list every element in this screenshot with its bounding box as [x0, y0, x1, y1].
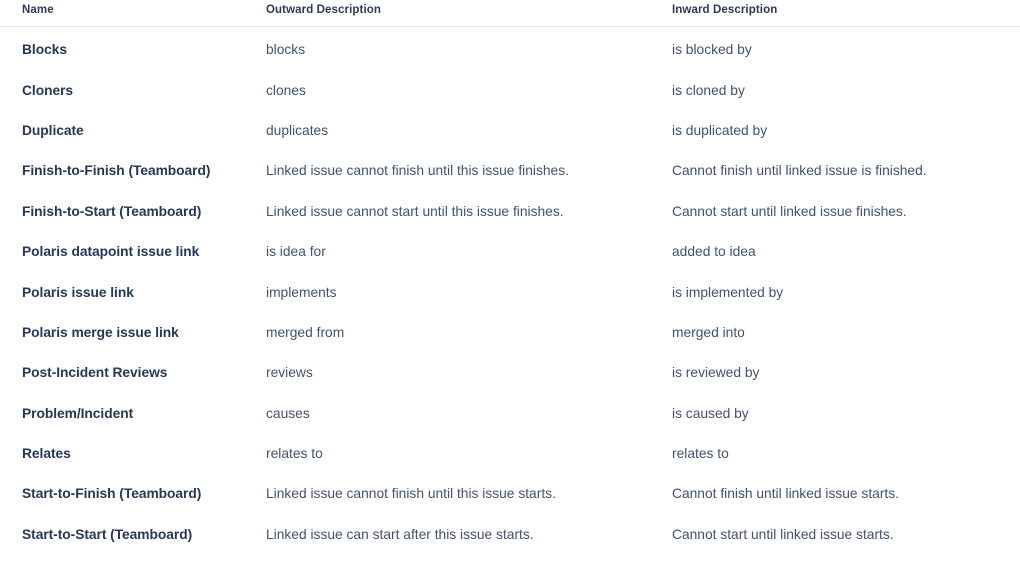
- cell-inward-description: is duplicated by: [672, 122, 768, 138]
- table-row: Relates relates to relates to: [0, 433, 1020, 473]
- cell-inward-description: is reviewed by: [672, 365, 760, 381]
- table-body: Blocks blocks is blocked by Cloners clon…: [0, 26, 1020, 555]
- cell-outward-description: implements: [266, 284, 337, 300]
- cell-link-name: Relates: [22, 446, 71, 462]
- cell-inward-description: is caused by: [672, 405, 749, 421]
- cell-inward-description: merged into: [672, 324, 745, 340]
- table-row: Finish-to-Start (Teamboard) Linked issue…: [0, 191, 1020, 231]
- table-row: Start-to-Start (Teamboard) Linked issue …: [0, 514, 1020, 554]
- cell-link-name: Blocks: [22, 42, 67, 58]
- cell-link-name: Cloners: [22, 82, 74, 98]
- cell-inward-description: is cloned by: [672, 82, 745, 98]
- cell-link-name: Problem/Incident: [22, 405, 134, 421]
- cell-link-name: Polaris issue link: [22, 284, 134, 300]
- cell-outward-description: blocks: [266, 42, 306, 58]
- cell-link-name: Start-to-Start (Teamboard): [22, 526, 193, 542]
- cell-link-name: Post-Incident Reviews: [22, 365, 168, 381]
- cell-link-name: Duplicate: [22, 122, 84, 138]
- cell-outward-description: Linked issue can start after this issue …: [266, 526, 534, 542]
- cell-link-name: Finish-to-Start (Teamboard): [22, 203, 202, 219]
- table-header: Name Outward Description Inward Descript…: [0, 0, 1020, 27]
- table-header-row: Name Outward Description Inward Descript…: [0, 0, 1020, 27]
- cell-inward-description: relates to: [672, 446, 729, 462]
- cell-outward-description: merged from: [266, 324, 345, 340]
- cell-outward-description: relates to: [266, 446, 323, 462]
- cell-outward-description: Linked issue cannot finish until this is…: [266, 486, 556, 502]
- table-row: Post-Incident Reviews reviews is reviewe…: [0, 353, 1020, 393]
- cell-inward-description: Cannot start until linked issue starts.: [672, 526, 894, 542]
- cell-inward-description: added to idea: [672, 244, 756, 260]
- cell-inward-description: is blocked by: [672, 42, 752, 58]
- cell-link-name: Polaris merge issue link: [22, 324, 179, 340]
- table-row: Start-to-Finish (Teamboard) Linked issue…: [0, 474, 1020, 514]
- cell-outward-description: clones: [266, 82, 306, 98]
- cell-outward-description: causes: [266, 405, 310, 421]
- cell-outward-description: is idea for: [266, 244, 326, 260]
- column-header-inward-description: Inward Description: [671, 0, 1020, 27]
- table-row: Finish-to-Finish (Teamboard) Linked issu…: [0, 151, 1020, 191]
- cell-outward-description: duplicates: [266, 122, 329, 138]
- cell-outward-description: reviews: [266, 365, 313, 381]
- cell-link-name: Polaris datapoint issue link: [22, 244, 200, 260]
- issue-link-types-table: Name Outward Description Inward Descript…: [0, 0, 1020, 555]
- table-row: Problem/Incident causes is caused by: [0, 393, 1020, 433]
- cell-link-name: Finish-to-Finish (Teamboard): [22, 163, 211, 179]
- cell-link-name: Start-to-Finish (Teamboard): [22, 486, 202, 502]
- cell-inward-description: is implemented by: [672, 284, 784, 300]
- table-row: Cloners clones is cloned by: [0, 70, 1020, 110]
- cell-inward-description: Cannot finish until linked issue starts.: [672, 486, 899, 502]
- column-header-outward-description: Outward Description: [263, 0, 671, 27]
- table-row: Duplicate duplicates is duplicated by: [0, 110, 1020, 150]
- cell-inward-description: Cannot start until linked issue finishes…: [672, 203, 907, 219]
- cell-inward-description: Cannot finish until linked issue is fini…: [672, 163, 927, 179]
- table-row: Polaris issue link implements is impleme…: [0, 272, 1020, 312]
- table-row: Polaris merge issue link merged from mer…: [0, 312, 1020, 352]
- column-header-name: Name: [0, 0, 263, 27]
- cell-outward-description: Linked issue cannot start until this iss…: [266, 203, 564, 219]
- table-row: Polaris datapoint issue link is idea for…: [0, 231, 1020, 271]
- table-row: Blocks blocks is blocked by: [0, 26, 1020, 70]
- cell-outward-description: Linked issue cannot finish until this is…: [266, 163, 569, 179]
